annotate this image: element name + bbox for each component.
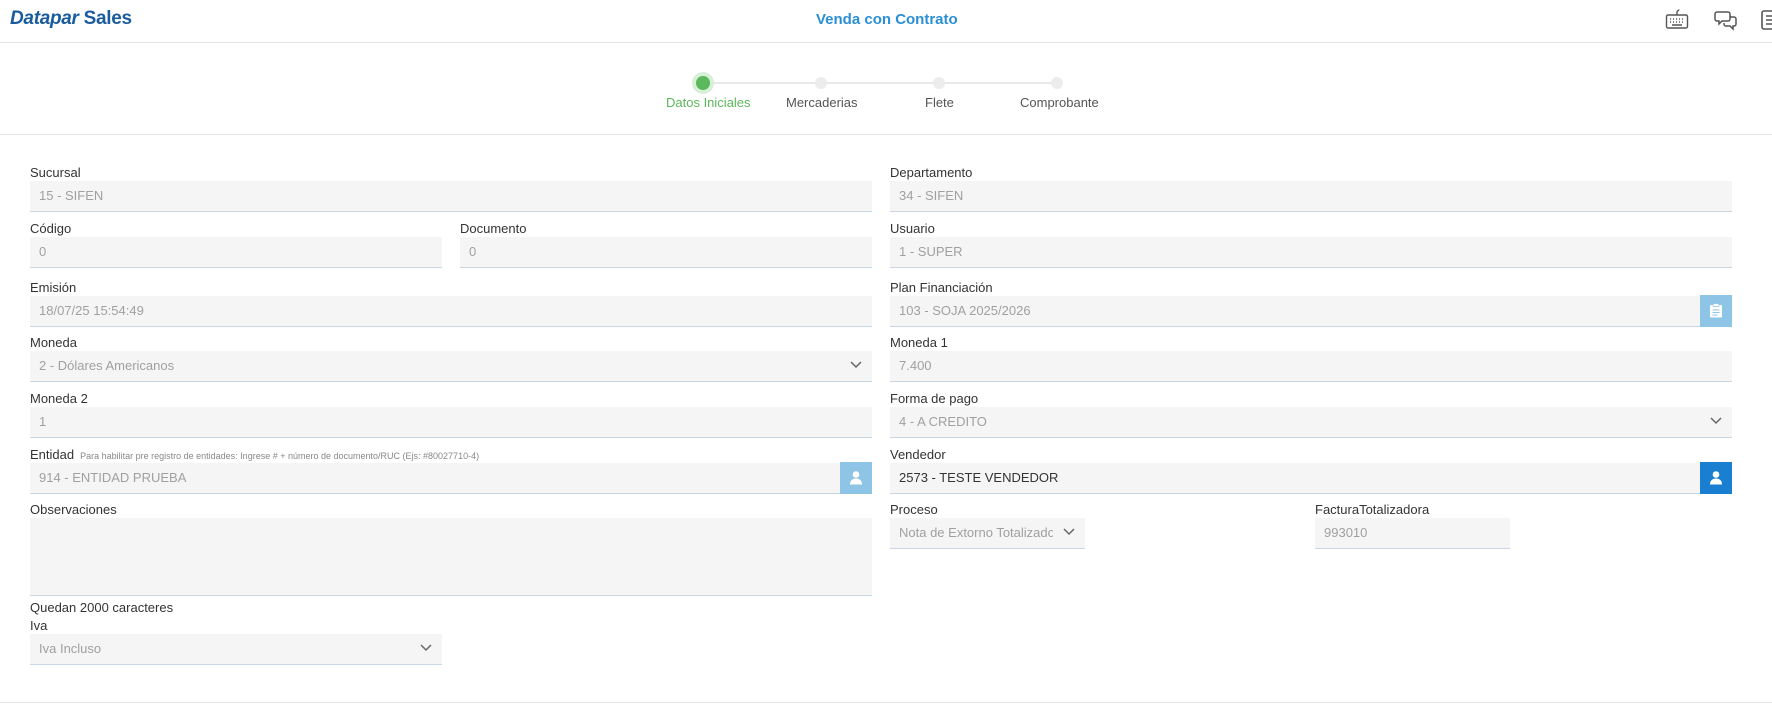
app-logo: Datapar Sales (10, 8, 132, 30)
chevron-down-icon[interactable] (1053, 518, 1085, 548)
moneda1-field[interactable]: 7.400 (890, 351, 1732, 382)
usuario-field[interactable]: 1 - SUPER (890, 237, 1732, 268)
step-label-comprobante[interactable]: Comprobante (1020, 95, 1099, 110)
moneda2-field[interactable]: 1 (30, 407, 872, 438)
factura-totalizadora-field[interactable]: 993010 (1315, 518, 1510, 549)
proceso-value: Nota de Extorno Totalizadora (899, 525, 1067, 540)
entidad-label: Entidad (30, 447, 75, 462)
departamento-label: Departamento (890, 165, 973, 180)
emision-label: Emisión (30, 280, 77, 295)
moneda1-label: Moneda 1 (890, 335, 948, 350)
iva-label: Iva (30, 618, 48, 633)
emision-field[interactable]: 18/07/25 15:54:49 (30, 296, 872, 327)
stepper-track (703, 82, 1059, 84)
sucursal-field[interactable]: 15 - SIFEN (30, 181, 872, 212)
proceso-select[interactable]: Nota de Extorno Totalizadora (890, 518, 1085, 549)
step-dot-mercaderias[interactable] (815, 77, 827, 89)
step-label-datos-iniciales[interactable]: Datos Iniciales (666, 95, 751, 110)
codigo-field[interactable]: 0 (30, 237, 442, 268)
user-icon (1710, 471, 1722, 485)
entidad-lookup-button[interactable] (840, 462, 872, 494)
departamento-field[interactable]: 34 - SIFEN (890, 181, 1732, 212)
plan-financiacion-field[interactable]: 103 - SOJA 2025/2026 (890, 296, 1700, 327)
vendedor-field[interactable]: 2573 - TESTE VENDEDOR (890, 463, 1700, 494)
sucursal-label: Sucursal (30, 165, 81, 180)
forma-pago-select[interactable]: 4 - A CREDITO (890, 407, 1732, 438)
page-title: Venda con Contrato (816, 11, 958, 28)
clipboard-icon (1710, 303, 1722, 318)
moneda-select[interactable]: 2 - Dólares Americanos (30, 351, 872, 382)
forma-pago-label: Forma de pago (890, 391, 979, 406)
step-dot-flete[interactable] (933, 77, 945, 89)
chevron-down-icon[interactable] (410, 634, 442, 664)
moneda-value: 2 - Dólares Americanos (39, 358, 175, 373)
plan-lookup-button[interactable] (1700, 295, 1732, 327)
documento-field[interactable]: 0 (460, 237, 872, 268)
moneda2-label: Moneda 2 (30, 391, 88, 406)
chevron-down-icon[interactable] (1700, 407, 1732, 437)
vendedor-label: Vendedor (890, 447, 946, 462)
plan-financiacion-label: Plan Financiación (890, 280, 993, 295)
codigo-label: Código (30, 221, 72, 236)
forma-pago-value: 4 - A CREDITO (899, 414, 987, 429)
observaciones-remaining: Quedan 2000 caracteres (30, 600, 174, 615)
moneda-label: Moneda (30, 335, 77, 350)
proceso-label: Proceso (890, 502, 938, 517)
step-label-flete[interactable]: Flete (925, 95, 954, 110)
top-bar: Datapar Sales Venda con Contrato (0, 0, 1772, 43)
chat-icon[interactable] (1714, 9, 1738, 31)
chevron-down-icon[interactable] (840, 351, 872, 381)
step-dot-datos-iniciales[interactable] (696, 76, 710, 90)
usuario-label: Usuario (890, 221, 935, 236)
entidad-hint: Para habilitar pre registro de entidades… (80, 451, 480, 461)
wizard-stepper: Datos Iniciales Mercaderias Flete Compro… (0, 43, 1772, 135)
step-dot-comprobante[interactable] (1051, 77, 1063, 89)
vendedor-lookup-button[interactable] (1700, 462, 1732, 494)
keyboard-icon[interactable] (1665, 9, 1689, 31)
document-icon[interactable] (1760, 9, 1772, 31)
user-icon (850, 471, 862, 485)
iva-select[interactable]: Iva Incluso (30, 634, 442, 665)
factura-totalizadora-label: FacturaTotalizadora (1315, 502, 1430, 517)
observaciones-textarea[interactable] (30, 518, 872, 596)
brand-sub: Sales (83, 8, 132, 29)
documento-label: Documento (460, 221, 527, 236)
iva-value: Iva Incluso (39, 641, 102, 656)
footer-divider (0, 702, 1772, 703)
step-label-mercaderias[interactable]: Mercaderias (786, 95, 858, 110)
brand-main: Datapar (10, 8, 79, 29)
observaciones-label: Observaciones (30, 502, 117, 517)
entidad-label-row: Entidad Para habilitar pre registro de en… (30, 447, 479, 462)
entidad-field[interactable]: 914 - ENTIDAD PRUEBA (30, 463, 840, 494)
